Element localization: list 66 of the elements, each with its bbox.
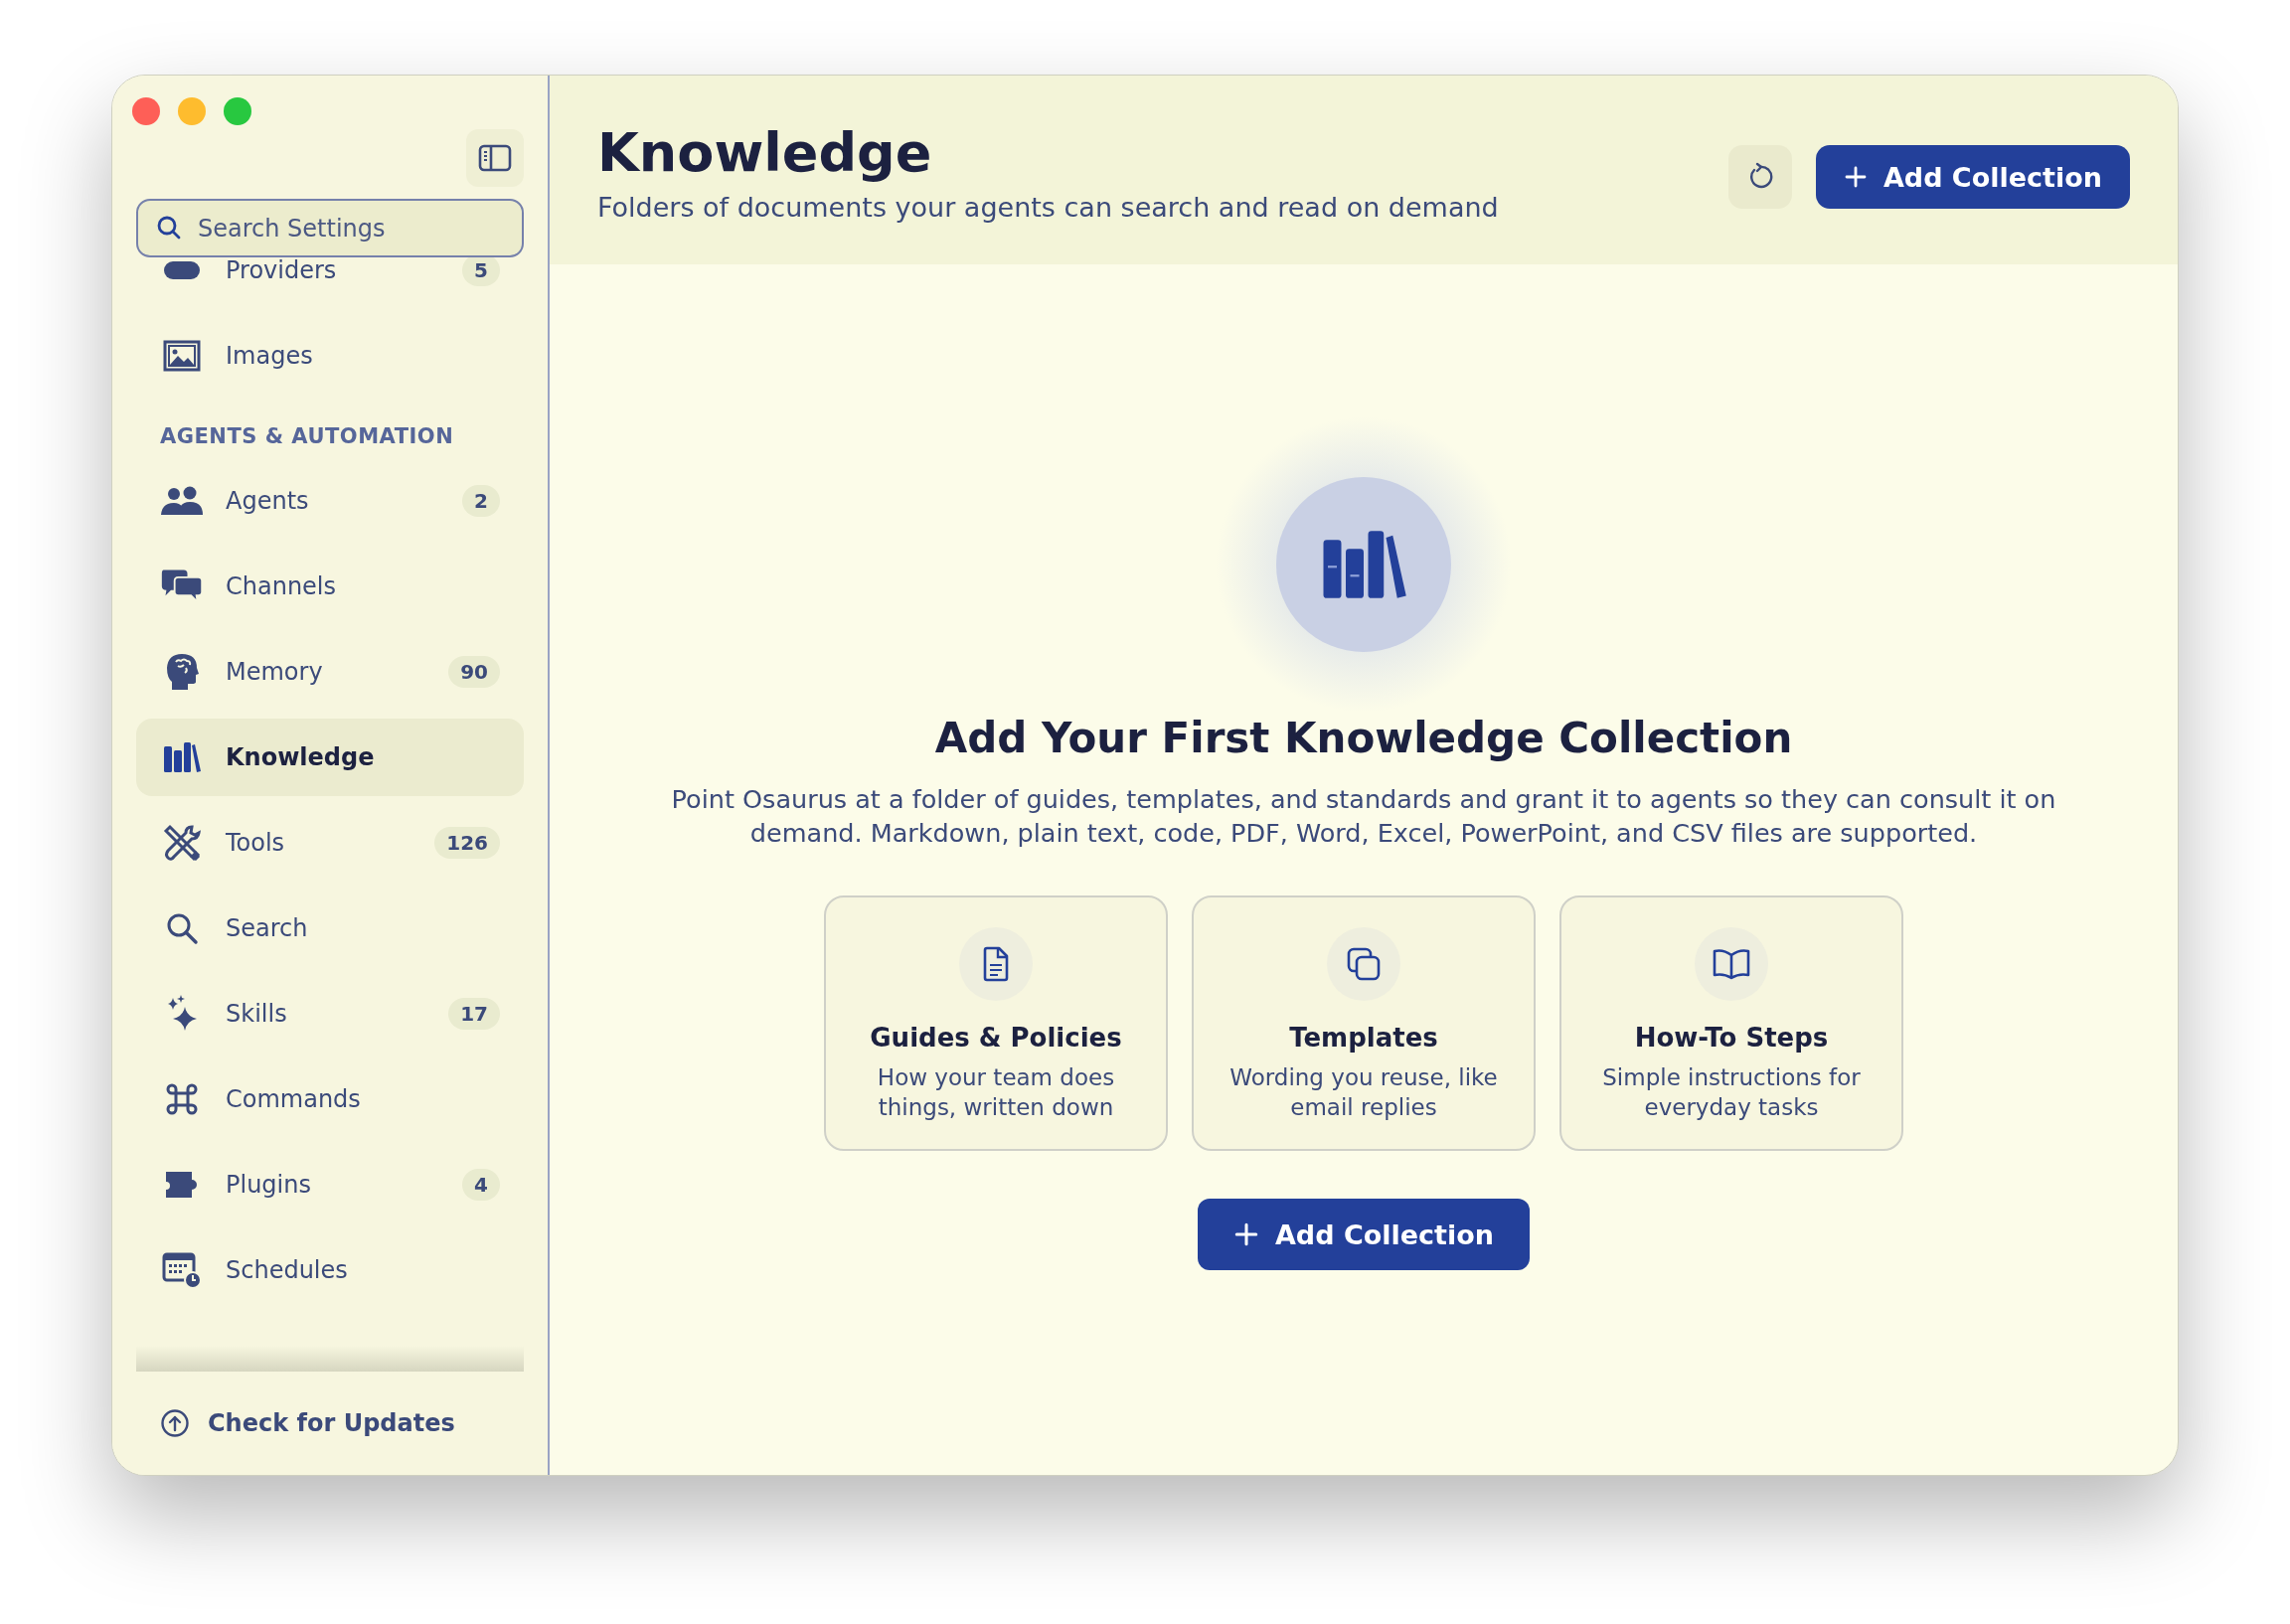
sidebar-item[interactable]: Agents 2 — [136, 462, 524, 540]
count-badge: 126 — [434, 827, 500, 859]
search-icon — [165, 911, 199, 945]
sidebar-item[interactable]: Providers 5 — [136, 257, 524, 309]
people-icon — [160, 485, 204, 517]
card-title: Templates — [1289, 1023, 1438, 1053]
item-label: Providers — [226, 257, 338, 284]
sidebar-item[interactable]: Commands — [136, 1060, 524, 1138]
sidebar-item[interactable]: Knowledge — [136, 719, 524, 796]
sidebar-toggle-button[interactable] — [466, 129, 524, 187]
close-button[interactable] — [132, 97, 160, 125]
page-title: Knowledge — [597, 123, 933, 183]
item-label: Tools — [226, 829, 286, 857]
count-badge: 17 — [448, 998, 500, 1030]
zoom-button[interactable] — [224, 97, 251, 125]
item-label: Agents — [226, 487, 310, 515]
image-icon — [163, 340, 201, 372]
item-label: Search — [226, 914, 309, 942]
command-key-icon — [165, 1082, 199, 1116]
card-title: Guides & Policies — [870, 1023, 1122, 1053]
plus-icon — [1843, 165, 1868, 189]
page-subtitle: Folders of documents your agents can search and read on demand — [597, 192, 1500, 224]
add-collection-button[interactable]: Add Collection — [1197, 1199, 1531, 1270]
open-book-icon — [1712, 947, 1751, 981]
card-description: Wording you reuse, like email replies — [1228, 1063, 1499, 1122]
item-label: Plugins — [226, 1171, 312, 1199]
count-badge: 4 — [462, 1169, 500, 1201]
sidebar-item[interactable]: Search — [136, 890, 524, 967]
item-label: Commands — [226, 1085, 362, 1113]
arrow-up-circle-icon — [160, 1408, 190, 1438]
count-badge: 5 — [462, 257, 500, 286]
refresh-button[interactable] — [1727, 145, 1792, 209]
card-title: How-To Steps — [1634, 1023, 1829, 1053]
item-label: Channels — [226, 572, 338, 600]
item-label: Knowledge — [226, 743, 376, 771]
card-description: How your team does things, written down — [876, 1063, 1116, 1122]
sidebar-item[interactable]: Skills 17 — [136, 975, 524, 1053]
empty-state-title: Add Your First Knowledge Collection — [934, 714, 1793, 762]
plus-icon — [1232, 1221, 1259, 1247]
sidebar-item[interactable]: Plugins 4 — [136, 1146, 524, 1223]
count-badge: 2 — [462, 485, 500, 517]
tools-icon — [162, 823, 202, 863]
section-header: AGENTS & AUTOMATION — [159, 423, 455, 450]
check-updates-link[interactable]: Check for Updates — [160, 1408, 455, 1438]
sidebar-item[interactable]: Schedules — [136, 1231, 524, 1309]
item-label: Skills — [226, 1000, 288, 1028]
head-brain-icon — [164, 652, 200, 692]
count-badge: 90 — [448, 656, 500, 688]
calendar-clock-icon — [162, 1251, 202, 1289]
sidebar-icon — [478, 144, 512, 172]
item-label: Schedules — [226, 1256, 349, 1284]
search-field[interactable]: Search Settings — [136, 199, 524, 257]
books-icon — [162, 740, 202, 774]
card-description: Simple instructions for everyday tasks — [1601, 1063, 1862, 1122]
add-collection-button[interactable]: Add Collection — [1815, 145, 2130, 209]
empty-state-description: Point Osaurus at a folder of guides, templates, and standards and grant it to agents so they can consult it on demand. Markdown, plain text, code, PDF, Word, Excel, PowerPoint, and CSV files are supported. — [670, 783, 2057, 850]
sidebar-item[interactable]: Tools 126 — [136, 804, 524, 882]
sidebar-item[interactable]: Images — [136, 317, 524, 395]
item-label: Images — [226, 342, 314, 370]
copy-icon — [1346, 946, 1382, 982]
search-icon — [156, 215, 182, 241]
document-icon — [981, 946, 1011, 982]
item-label: Memory — [226, 658, 324, 686]
minimize-button[interactable] — [178, 97, 206, 125]
sidebar-item[interactable]: Memory 90 — [136, 633, 524, 711]
sidebar-item[interactable]: Channels — [136, 548, 524, 625]
